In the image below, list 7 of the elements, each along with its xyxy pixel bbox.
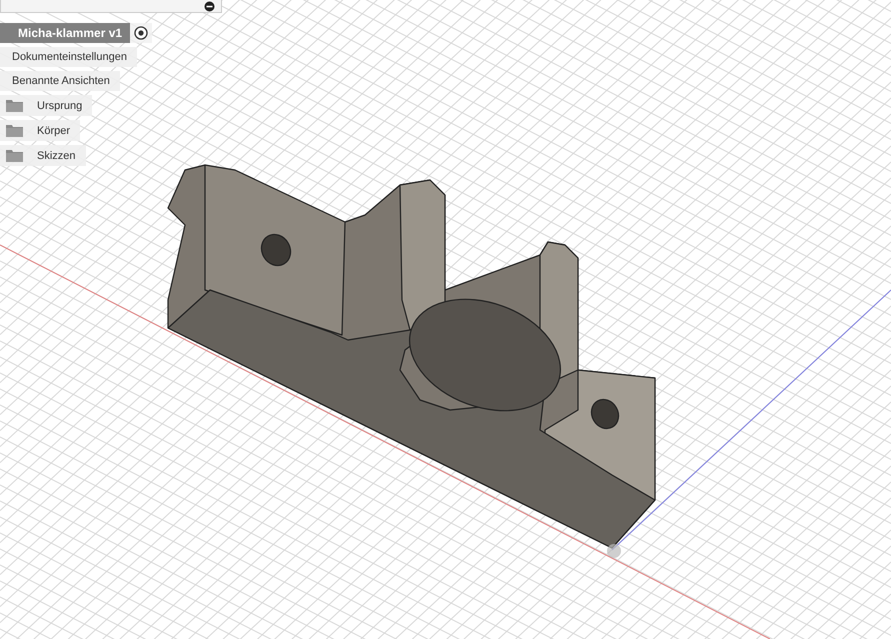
component-name[interactable]: Micha-klammer v1 <box>0 23 130 43</box>
activate-radio-icon[interactable] <box>134 26 148 40</box>
folder-icon <box>6 99 23 112</box>
folder-icon <box>6 149 23 162</box>
origin-point-icon <box>607 544 621 558</box>
folder-icon <box>6 124 23 137</box>
collapse-icon[interactable] <box>204 0 215 12</box>
